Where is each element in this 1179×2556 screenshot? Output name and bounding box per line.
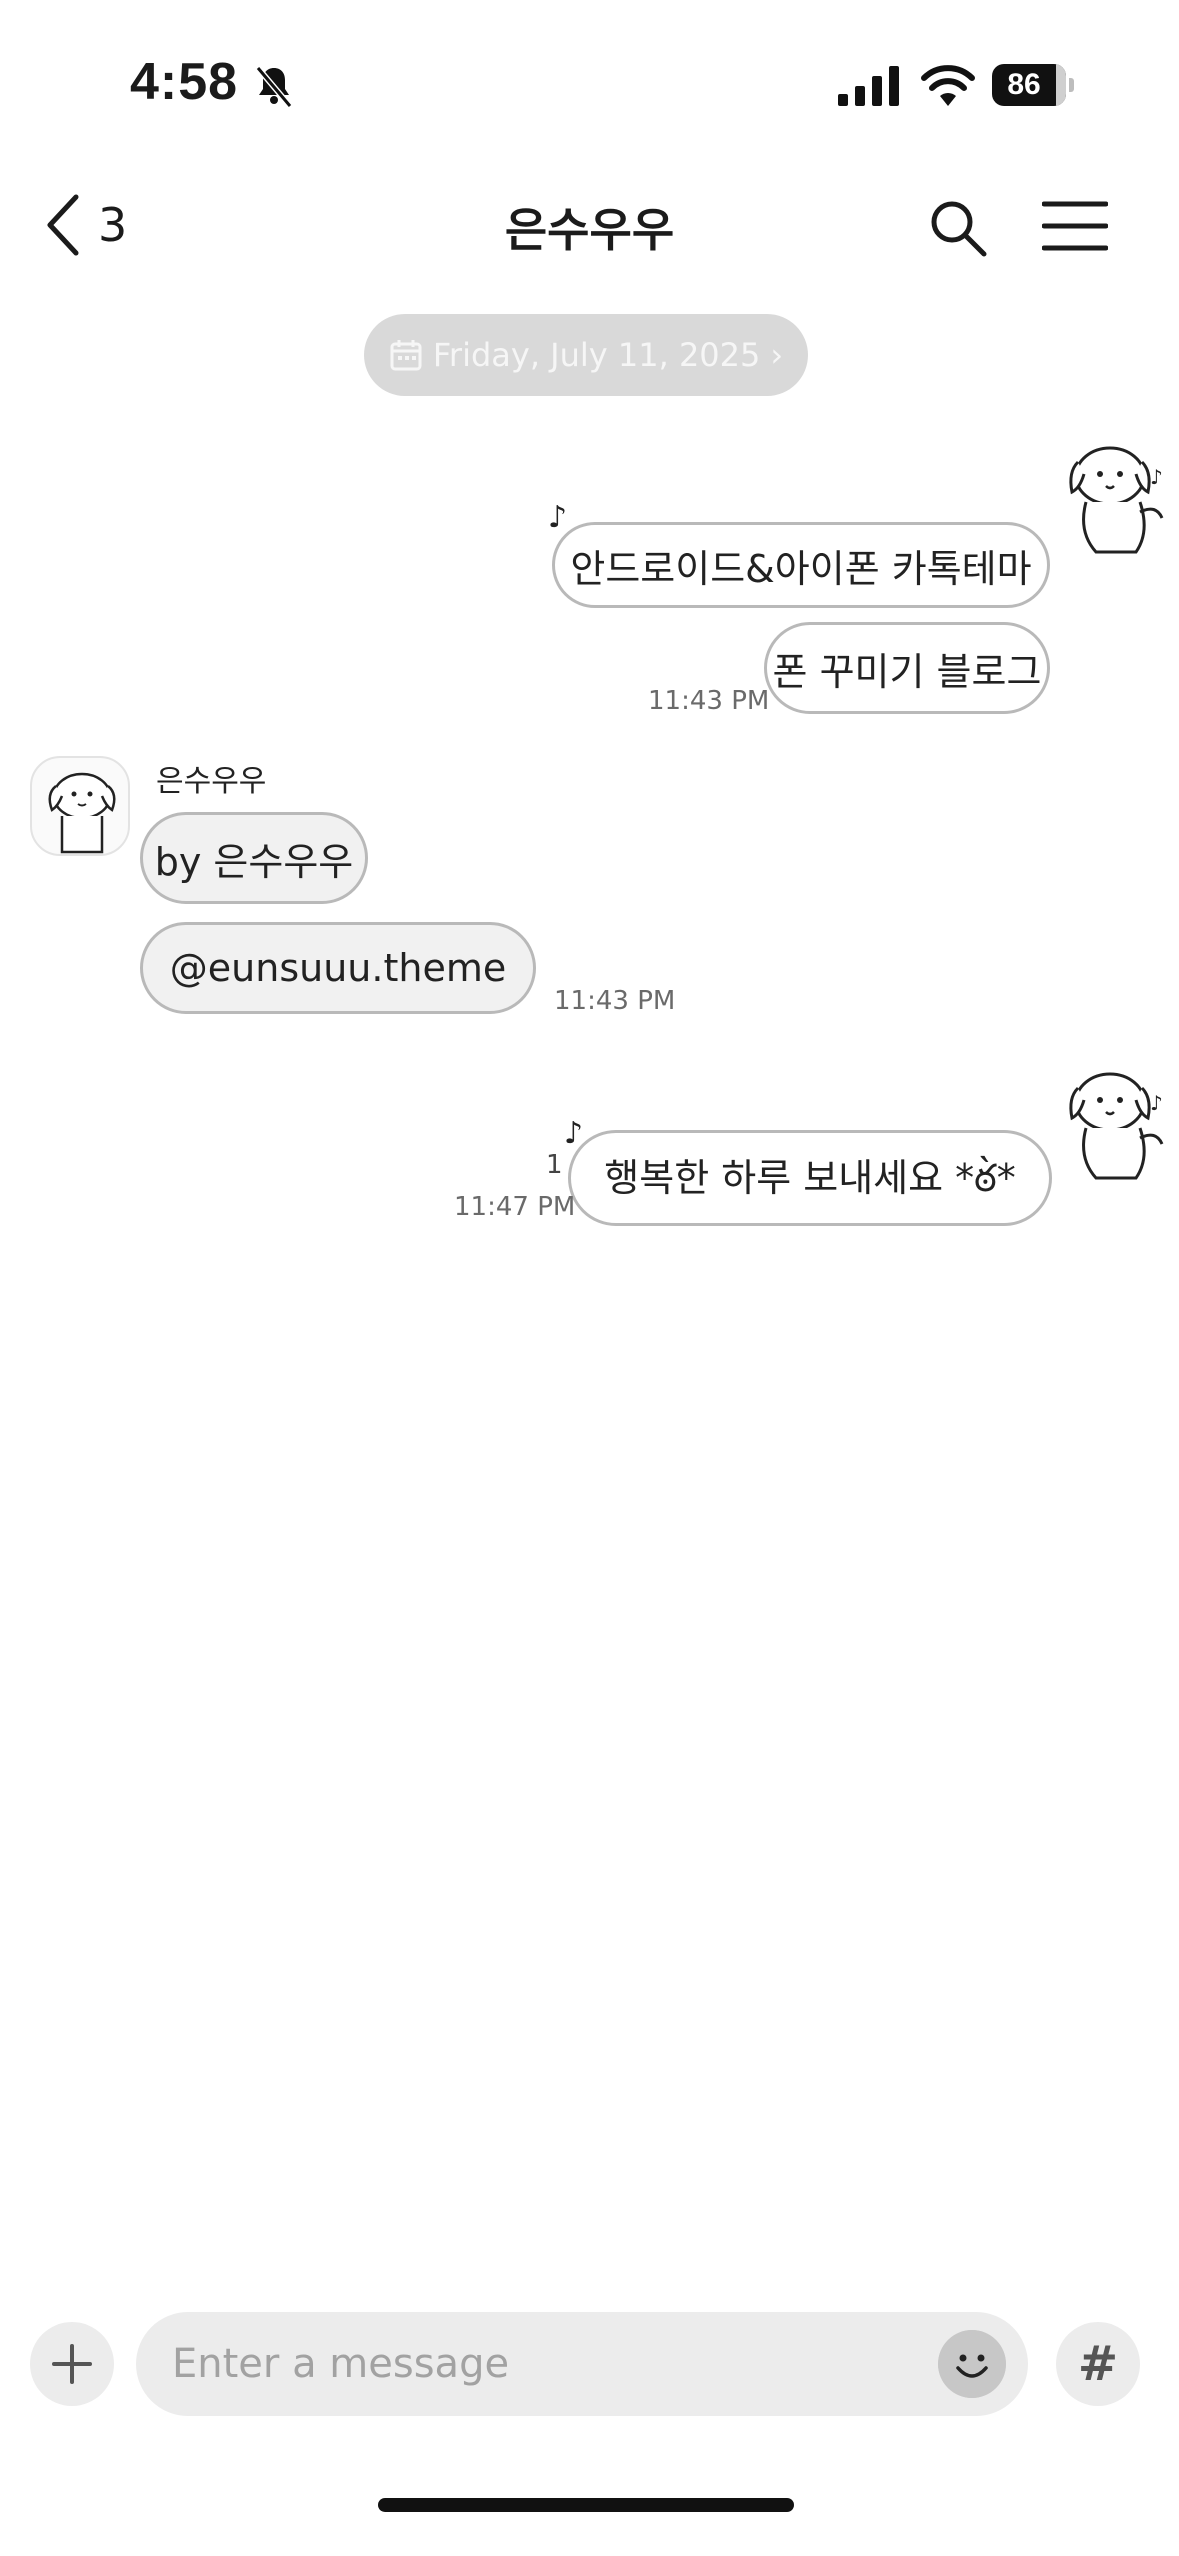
message-bubble-sent[interactable]: 폰 꾸미기 블로그 [764,622,1050,714]
hashtag-button[interactable]: # [1056,2322,1140,2406]
home-indicator [378,2498,794,2512]
avatar[interactable] [30,756,130,856]
message-bubble-received[interactable]: @eunsuuu.theme [140,922,536,1014]
chevron-right-icon: › [770,336,784,374]
bell-slash-icon [255,66,293,108]
puppy-avatar-icon [48,772,116,854]
puppy-sticker-icon: ♪ [1069,446,1164,554]
plus-icon [52,2344,92,2384]
message-bubble-sent[interactable]: 안드로이드&아이폰 카톡테마 [552,522,1050,608]
music-note: ♪ [548,500,568,535]
message-timestamp: 11:43 PM [648,686,770,716]
date-divider[interactable]: Friday, July 11, 2025 › [364,314,808,396]
battery-indicator: 86 [992,64,1074,106]
message-timestamp: 11:47 PM [454,1192,576,1222]
battery-level: 86 [1007,68,1041,101]
smiley-icon[interactable] [938,2330,1006,2398]
sender-name: 은수우우 [156,764,267,799]
message-input-container [136,2312,1028,2416]
svg-text:♪: ♪ [1150,1091,1163,1115]
svg-text:♪: ♪ [1150,465,1163,489]
message-input[interactable] [172,2312,932,2416]
calendar-icon [390,340,422,371]
wifi-icon [921,65,975,106]
plus-button[interactable] [30,2322,114,2406]
search-icon[interactable] [926,196,990,260]
message-bubble-received[interactable]: by 은수우우 [140,812,368,904]
message-timestamp: 11:43 PM [554,986,676,1016]
status-time: 4:58 [130,53,239,111]
cellular-signal-icon [838,66,899,106]
date-label: Friday, July 11, 2025 [432,336,761,374]
hamburger-icon[interactable] [1042,200,1108,252]
unread-count: 1 [546,1150,563,1180]
message-bubble-sent[interactable]: 행복한 하루 보내세요 *ఠ̀* [568,1130,1052,1226]
puppy-sticker-icon: ♪ [1069,1072,1164,1180]
chat-title: 은수우우 [504,203,675,257]
